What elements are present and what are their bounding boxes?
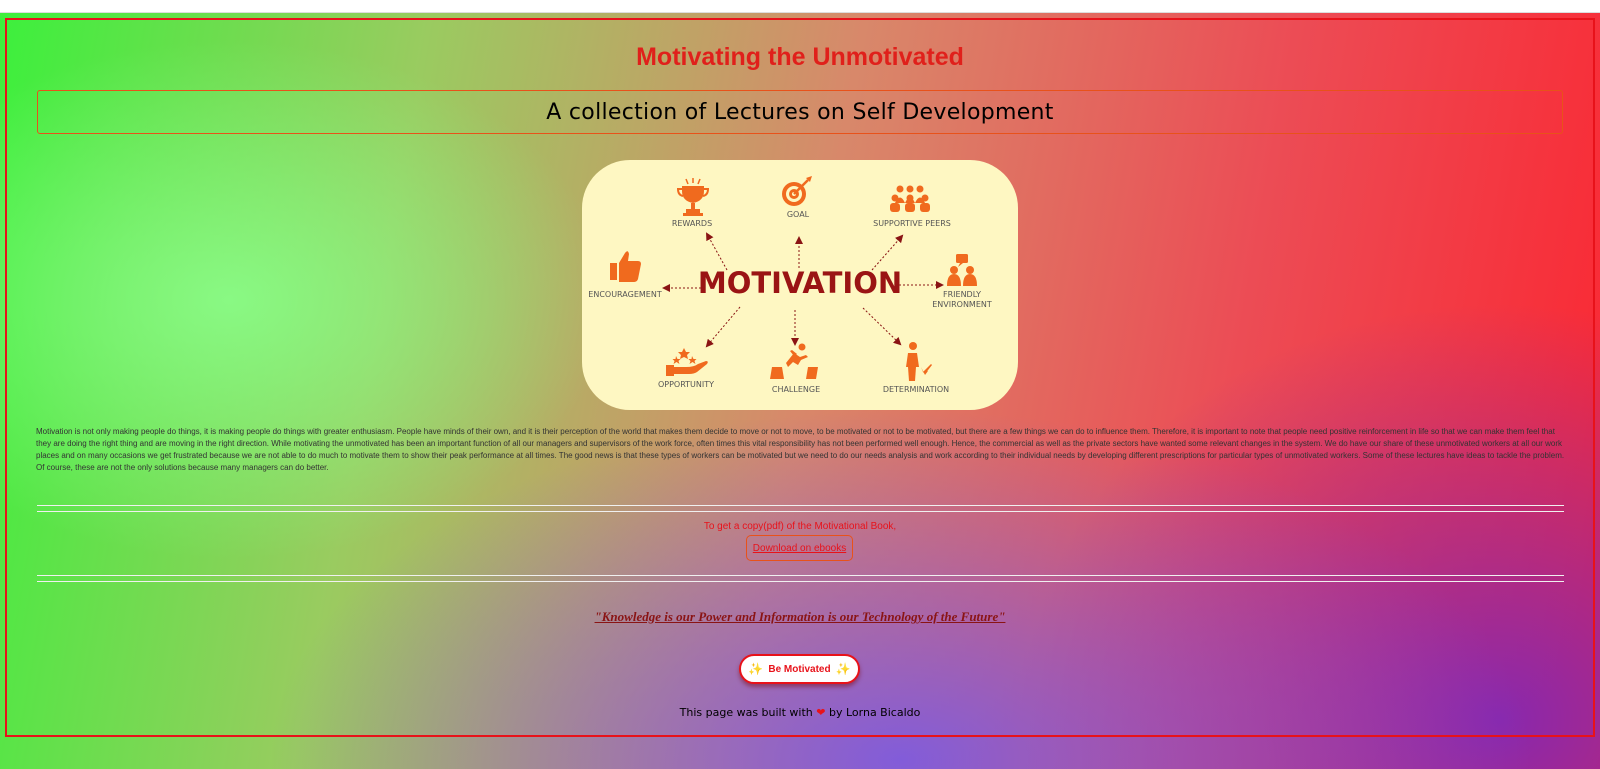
sparkle-icon: ✨ xyxy=(748,662,764,676)
download-ebooks-link[interactable]: Download on ebooks xyxy=(746,535,853,561)
footer: This page was built with ❤ by Lorna Bica… xyxy=(0,706,1600,719)
be-motivated-label: Be Motivated xyxy=(768,663,831,675)
subtitle-box: A collection of Lectures on Self Develop… xyxy=(37,90,1563,134)
people-talking-icon xyxy=(947,254,977,286)
divider-top xyxy=(37,505,1564,512)
center-label: MOTIVATION xyxy=(698,266,902,300)
challenge-jump-icon xyxy=(770,343,818,379)
label-friendly-2: ENVIRONMENT xyxy=(932,300,992,309)
footer-prefix: This page was built with xyxy=(679,706,813,719)
page-subtitle: A collection of Lectures on Self Develop… xyxy=(546,99,1054,125)
heart-icon: ❤ xyxy=(816,706,826,719)
target-icon xyxy=(782,176,812,206)
trophy-icon xyxy=(676,178,710,216)
divider-bottom xyxy=(37,575,1564,582)
download-prompt: To get a copy(pdf) of the Motivational B… xyxy=(703,521,897,532)
label-goal: GOAL xyxy=(787,210,810,219)
page-title: Motivating the Unmotivated xyxy=(636,43,964,71)
label-supportive-peers: SUPPORTIVE PEERS xyxy=(873,219,951,228)
be-motivated-button[interactable]: ✨ Be Motivated ✨ xyxy=(739,654,860,684)
label-determination: DETERMINATION xyxy=(883,385,949,394)
motivation-diagram: MOTIVATION REWARDS GOAL SUPPORTIVE PEERS… xyxy=(588,176,992,394)
quote-text: "Knowledge is our Power and Information … xyxy=(594,609,1006,624)
motivation-hero-image: MOTIVATION REWARDS GOAL SUPPORTIVE PEERS… xyxy=(582,160,1018,410)
sparkle-icon: ✨ xyxy=(835,662,851,676)
label-friendly-1: FRIENDLY xyxy=(943,290,981,299)
group-icon xyxy=(890,185,930,212)
hand-stars-icon xyxy=(666,348,708,376)
label-challenge: CHALLENGE xyxy=(772,385,820,394)
label-opportunity: OPPORTUNITY xyxy=(658,380,714,389)
intro-paragraph: Motivation is not only making people do … xyxy=(36,427,1565,472)
label-rewards: REWARDS xyxy=(672,219,712,228)
browser-top-strip xyxy=(0,0,1600,13)
determination-icon xyxy=(906,342,932,381)
footer-suffix: by Lorna Bicaldo xyxy=(828,706,921,719)
thumbs-up-icon xyxy=(610,251,641,282)
label-encouragement: ENCOURAGEMENT xyxy=(588,290,662,299)
